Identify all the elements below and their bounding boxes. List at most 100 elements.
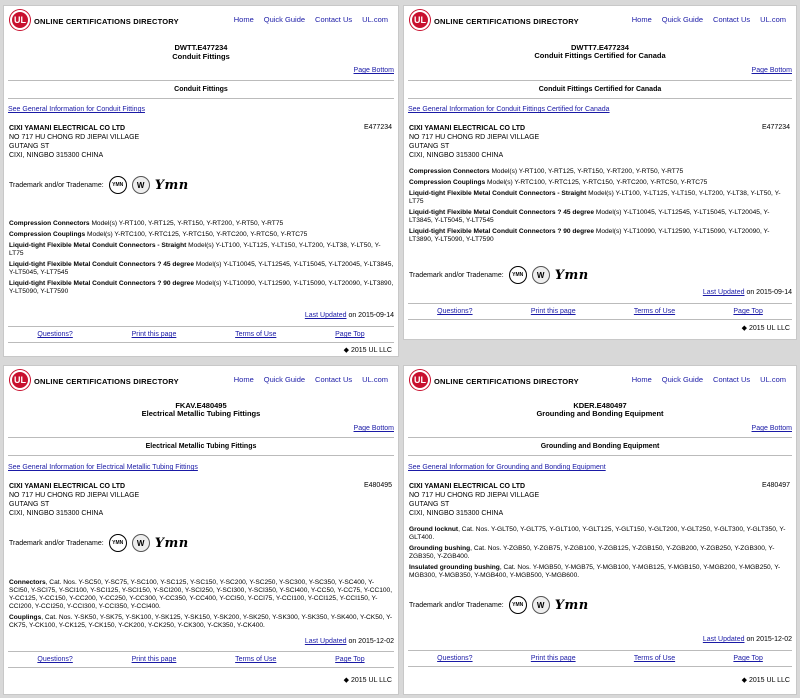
- file-number: E480495: [363, 482, 392, 489]
- ymn-circle-logo-icon: YMN: [508, 596, 527, 614]
- product-item: Connectors, Cat. Nos. Y-SC50, Y-SC75, Y-…: [9, 579, 393, 610]
- questions-link[interactable]: Questions?: [37, 656, 72, 663]
- nav-contact-us[interactable]: Contact Us: [713, 375, 750, 384]
- nav-ul-com[interactable]: UL.com: [362, 375, 388, 384]
- brand-title: ONLINE CERTIFICATIONS DIRECTORY: [34, 377, 179, 386]
- company-block: CIXI YAMANI ELECTRICAL CO LTD NO 717 HU …: [409, 124, 539, 160]
- terms-of-use-link[interactable]: Terms of Use: [235, 331, 276, 338]
- general-info-link[interactable]: See General Information for Conduit Fitt…: [408, 106, 610, 113]
- company-block: CIXI YAMANI ELECTRICAL CO LTD NO 717 HU …: [409, 482, 539, 518]
- section-heading: Electrical Metallic Tubing Fittings: [8, 437, 394, 456]
- ymn-circle-logo-icon: YMN: [508, 266, 527, 284]
- trademark-row: Trademark and/or Tradename: YMN W Ymn: [409, 266, 589, 284]
- company-address-1: NO 717 HU CHONG RD JIEPAI VILLAGE: [9, 492, 140, 499]
- panel-kder: UL ONLINE CERTIFICATIONS DIRECTORY Home …: [403, 365, 797, 695]
- ul-logo[interactable]: UL: [410, 370, 430, 390]
- last-updated-link[interactable]: Last Updated: [703, 636, 745, 643]
- print-page-link[interactable]: Print this page: [132, 331, 177, 338]
- company-name: CIXI YAMANI ELECTRICAL CO LTD: [9, 125, 126, 132]
- company-name: CIXI YAMANI ELECTRICAL CO LTD: [409, 125, 526, 132]
- top-nav: Home Quick Guide Contact Us UL.com: [234, 375, 388, 384]
- product-item: Liquid-tight Flexible Metal Conduit Conn…: [409, 228, 770, 243]
- page-bottom-link[interactable]: Page Bottom: [752, 67, 792, 74]
- product-item: Compression Couplings Model(s) Y-RTC100,…: [9, 231, 308, 238]
- last-updated-date: on 2015-09-14: [348, 312, 394, 319]
- ul-logo[interactable]: UL: [10, 370, 30, 390]
- nav-contact-us[interactable]: Contact Us: [315, 375, 352, 384]
- w-circle-logo-icon: W: [531, 266, 550, 284]
- questions-link[interactable]: Questions?: [37, 331, 72, 338]
- nav-quick-guide[interactable]: Quick Guide: [662, 15, 703, 24]
- terms-of-use-link[interactable]: Terms of Use: [634, 308, 675, 315]
- print-page-link[interactable]: Print this page: [531, 308, 576, 315]
- trademark-row: Trademark and/or Tradename: YMN W Ymn: [9, 176, 189, 194]
- header: UL ONLINE CERTIFICATIONS DIRECTORY Home …: [404, 6, 796, 36]
- page-bottom-link[interactable]: Page Bottom: [752, 425, 792, 432]
- nav-quick-guide[interactable]: Quick Guide: [264, 15, 305, 24]
- product-item: Liquid-tight Flexible Metal Conduit Conn…: [9, 261, 394, 276]
- trademark-label: Trademark and/or Tradename:: [409, 271, 504, 279]
- product-item: Liquid-tight Flexible Metal Conduit Conn…: [9, 280, 394, 295]
- company-address-3: CIXI, NINGBO 315300 CHINA: [9, 152, 104, 159]
- page-bottom-link[interactable]: Page Bottom: [354, 67, 394, 74]
- terms-of-use-link[interactable]: Terms of Use: [634, 655, 675, 662]
- ymn-script-logo: Ymn: [154, 177, 189, 193]
- last-updated-link[interactable]: Last Updated: [305, 312, 347, 319]
- page-top-link[interactable]: Page Top: [733, 655, 762, 662]
- page-bottom-link[interactable]: Page Bottom: [354, 425, 394, 432]
- nav-home[interactable]: Home: [632, 15, 652, 24]
- ymn-script-logo: Ymn: [554, 597, 589, 613]
- last-updated-link[interactable]: Last Updated: [703, 289, 745, 296]
- section-heading: Conduit Fittings Certified for Canada: [408, 80, 792, 99]
- product-item: Compression Connectors Model(s) Y-RT100,…: [409, 168, 684, 175]
- trademark-label: Trademark and/or Tradename:: [409, 601, 504, 609]
- questions-link[interactable]: Questions?: [437, 655, 472, 662]
- panel-dwtt7: UL ONLINE CERTIFICATIONS DIRECTORY Home …: [403, 5, 797, 340]
- questions-link[interactable]: Questions?: [437, 308, 472, 315]
- nav-ul-com[interactable]: UL.com: [760, 15, 786, 24]
- terms-of-use-link[interactable]: Terms of Use: [235, 656, 276, 663]
- brand-title: ONLINE CERTIFICATIONS DIRECTORY: [34, 17, 179, 26]
- print-page-link[interactable]: Print this page: [132, 656, 177, 663]
- nav-ul-com[interactable]: UL.com: [362, 15, 388, 24]
- w-circle-logo-icon: W: [131, 176, 150, 194]
- company-address-1: NO 717 HU CHONG RD JIEPAI VILLAGE: [409, 492, 540, 499]
- general-info-link[interactable]: See General Information for Electrical M…: [8, 464, 198, 471]
- product-item: Ground locknut, Cat. Nos. Y-GLT50, Y-GLT…: [409, 526, 786, 541]
- nav-contact-us[interactable]: Contact Us: [315, 15, 352, 24]
- nav-home[interactable]: Home: [234, 15, 254, 24]
- page-top-link[interactable]: Page Top: [733, 308, 762, 315]
- nav-quick-guide[interactable]: Quick Guide: [264, 375, 305, 384]
- footer-links: Questions? Print this page Terms of Use …: [8, 651, 394, 668]
- company-address-2: GUTANG ST: [409, 501, 450, 508]
- page-title: Conduit Fittings: [172, 52, 230, 61]
- print-page-link[interactable]: Print this page: [531, 655, 576, 662]
- last-updated-link[interactable]: Last Updated: [305, 638, 347, 645]
- trademark-label: Trademark and/or Tradename:: [9, 181, 104, 189]
- page-top-link[interactable]: Page Top: [335, 656, 364, 663]
- copyright: ◆ 2015 UL LLC: [343, 677, 392, 684]
- brand-title: ONLINE CERTIFICATIONS DIRECTORY: [434, 17, 579, 26]
- ul-logo[interactable]: UL: [410, 10, 430, 30]
- nav-home[interactable]: Home: [234, 375, 254, 384]
- ymn-script-logo: Ymn: [154, 535, 189, 551]
- general-info-link[interactable]: See General Information for Conduit Fitt…: [8, 106, 145, 113]
- panel-fkav: UL ONLINE CERTIFICATIONS DIRECTORY Home …: [3, 365, 399, 695]
- nav-home[interactable]: Home: [632, 375, 652, 384]
- general-info-link[interactable]: See General Information for Grounding an…: [408, 464, 606, 471]
- product-item: Liquid-tight Flexible Metal Conduit Conn…: [9, 242, 381, 257]
- trademark-row: Trademark and/or Tradename: YMN W Ymn: [409, 596, 589, 614]
- company-block: CIXI YAMANI ELECTRICAL CO LTD NO 717 HU …: [9, 124, 139, 160]
- product-item: Couplings, Cat. Nos. Y-SK50, Y-SK75, Y-S…: [9, 614, 393, 629]
- ul-logo[interactable]: UL: [10, 10, 30, 30]
- footer-links: Questions? Print this page Terms of Use …: [408, 650, 792, 667]
- nav-quick-guide[interactable]: Quick Guide: [662, 375, 703, 384]
- file-number: E480497: [761, 482, 790, 489]
- file-number: E477234: [363, 124, 392, 131]
- product-list: Connectors, Cat. Nos. Y-SC50, Y-SC75, Y-…: [9, 579, 394, 633]
- nav-contact-us[interactable]: Contact Us: [713, 15, 750, 24]
- nav-ul-com[interactable]: UL.com: [760, 375, 786, 384]
- footer-links: Questions? Print this page Terms of Use …: [408, 303, 792, 320]
- page-top-link[interactable]: Page Top: [335, 331, 364, 338]
- product-list: Ground locknut, Cat. Nos. Y-GLT50, Y-GLT…: [409, 526, 792, 583]
